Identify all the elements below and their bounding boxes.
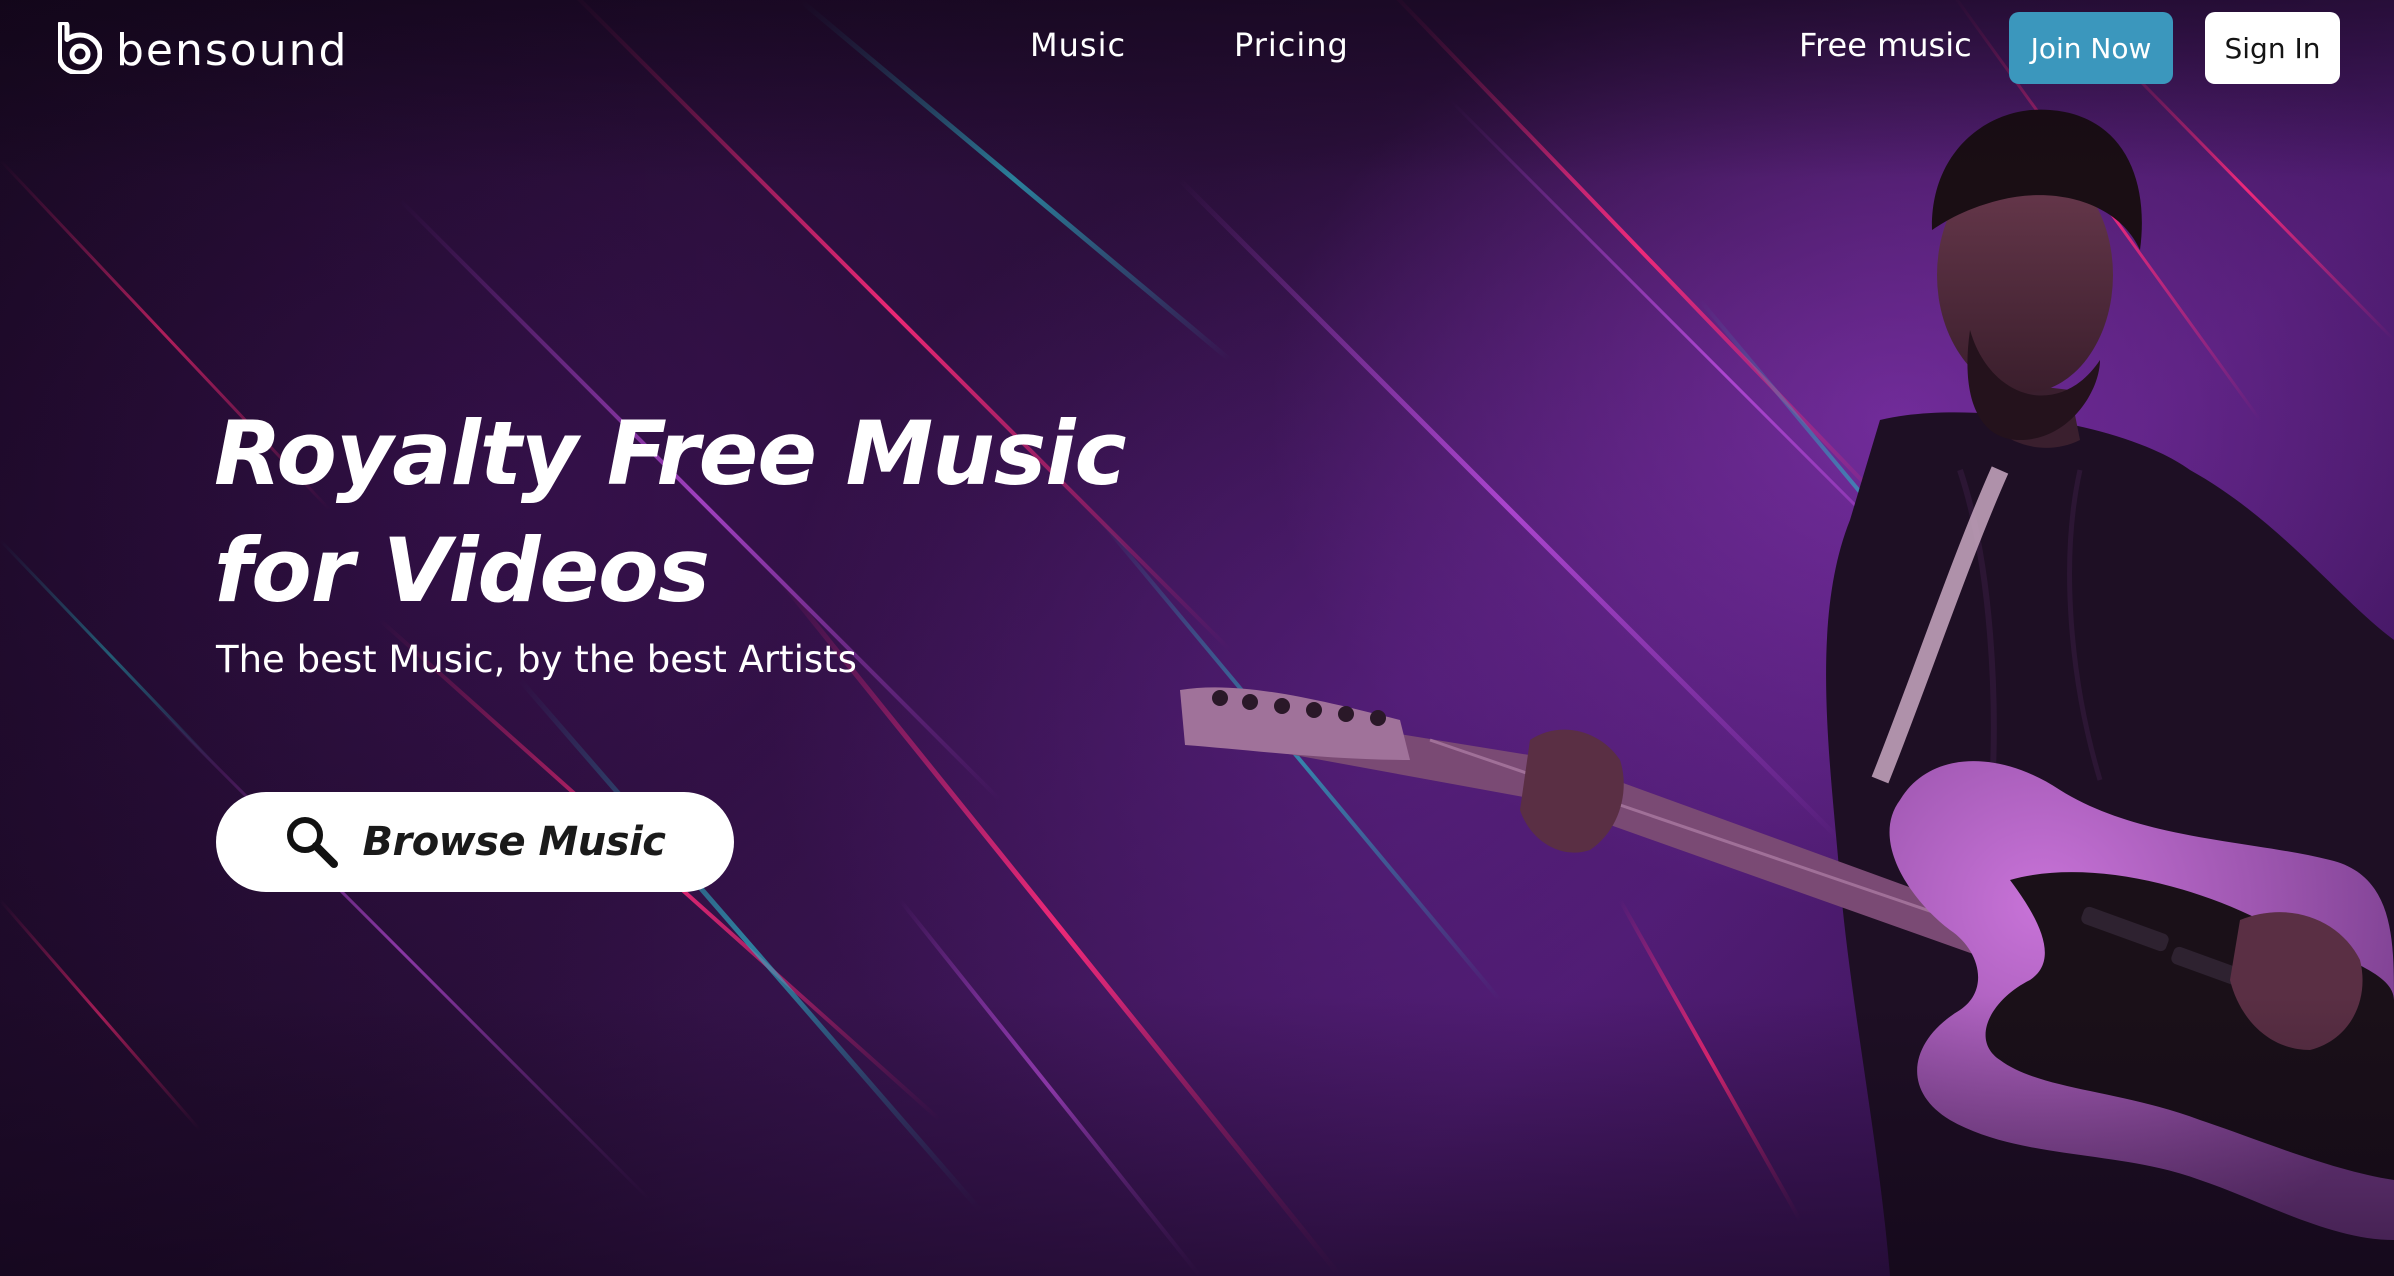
sign-in-button[interactable]: Sign In (2205, 12, 2340, 84)
top-navigation: bensound Music Pricing Free music Join N… (0, 0, 2394, 95)
bensound-b-logo-icon (58, 22, 102, 74)
brand-name: bensound (116, 25, 349, 76)
browse-music-button[interactable]: Browse Music (216, 792, 734, 892)
hero-title-line-2: for Videos (214, 519, 710, 622)
nav-free-music-link[interactable]: Free music (1799, 26, 1972, 64)
search-icon (287, 817, 339, 868)
hero-title-line-1: Royalty Free Music (214, 402, 1127, 505)
page: bensound Music Pricing Free music Join N… (0, 0, 2394, 1276)
browse-music-label: Browse Music (362, 819, 666, 865)
hero-title: Royalty Free Music for Videos (214, 395, 1314, 629)
bensound-logo[interactable]: bensound (58, 22, 348, 74)
hero-subtitle: The best Music, by the best Artists (216, 638, 857, 681)
join-now-button[interactable]: Join Now (2009, 12, 2173, 84)
nav-music-link[interactable]: Music (1030, 26, 1126, 64)
nav-pricing-link[interactable]: Pricing (1234, 26, 1349, 64)
